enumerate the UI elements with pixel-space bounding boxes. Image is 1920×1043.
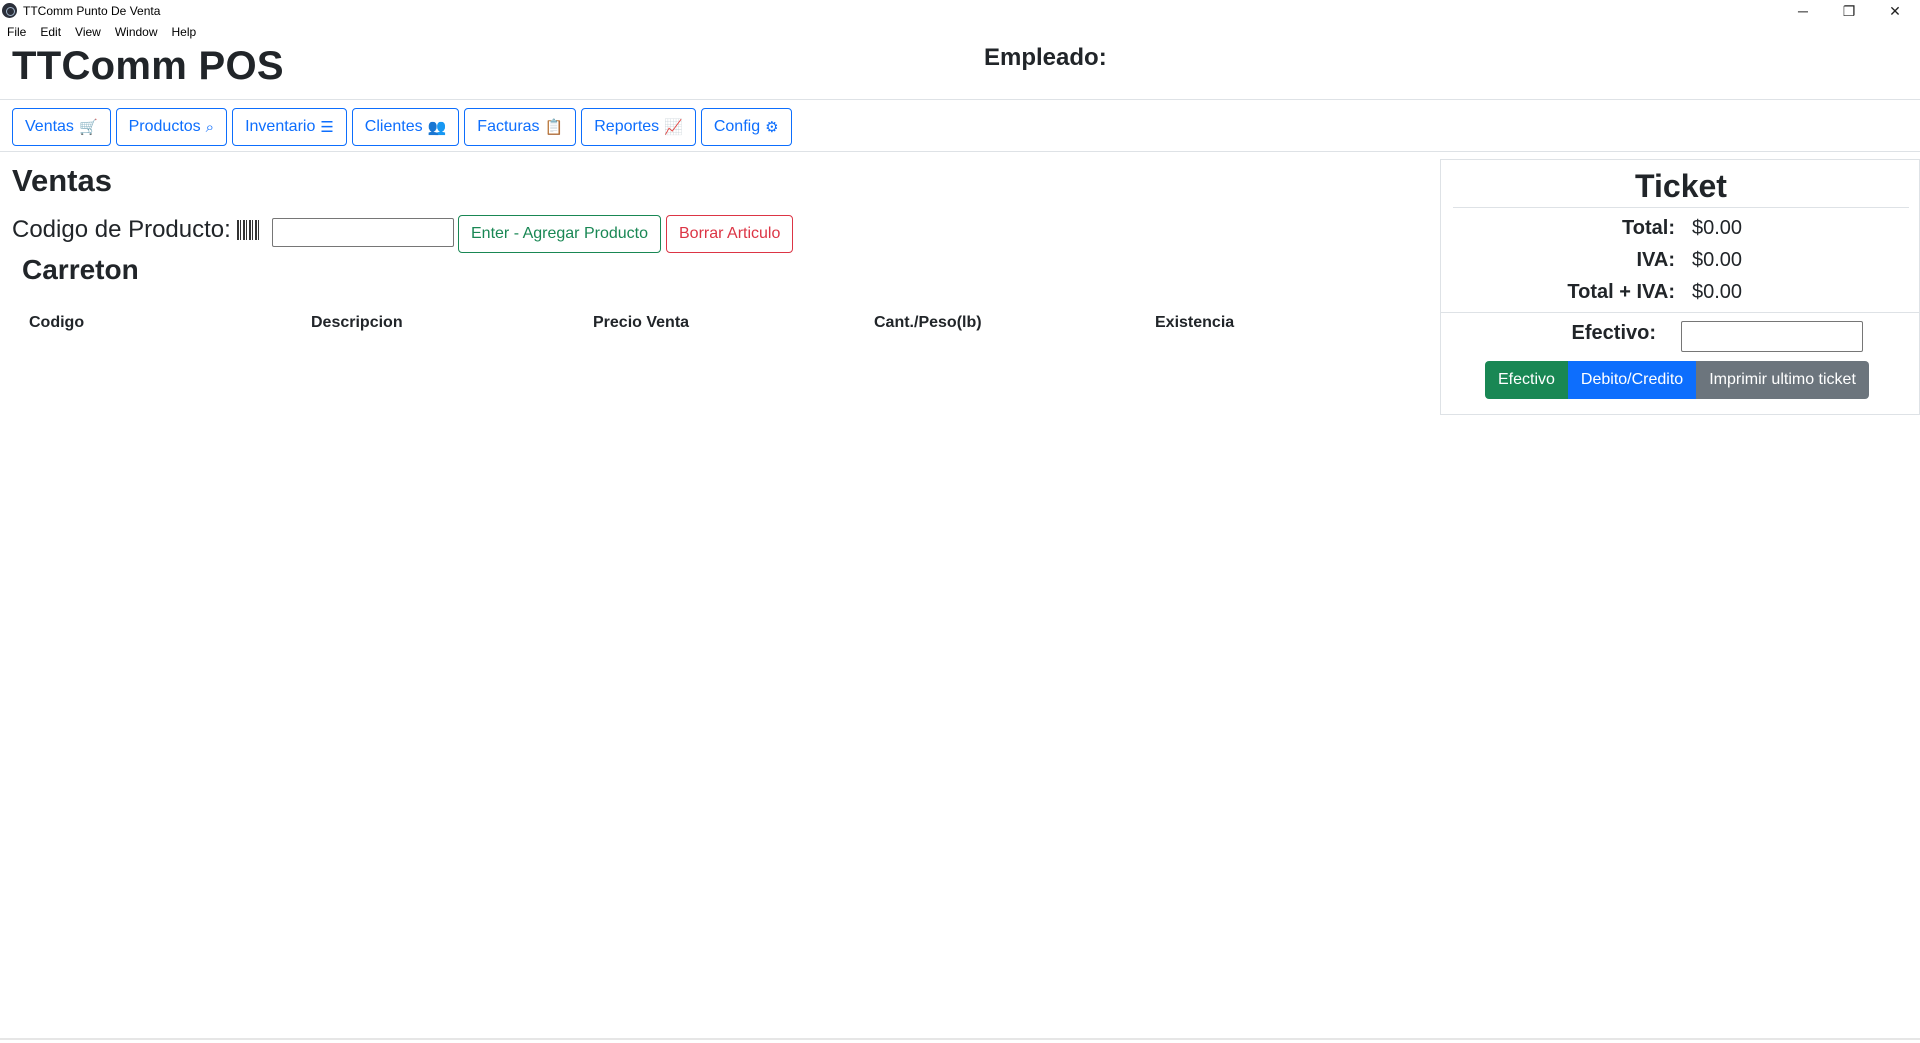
nav-config-button[interactable]: Config ⚙ — [700, 108, 792, 146]
header-divider — [0, 99, 1920, 100]
main-nav: Ventas 🛒 Productos ⌕ Inventario ☰ Client… — [12, 108, 792, 146]
nav-inventario-label: Inventario — [245, 118, 316, 135]
menu-help[interactable]: Help — [165, 22, 204, 42]
employee-label: Empleado: — [984, 44, 1107, 71]
print-last-ticket-button[interactable]: Imprimir ultimo ticket — [1696, 361, 1869, 399]
ticket-total-label: Total: — [1622, 217, 1675, 239]
menu-file[interactable]: File — [0, 22, 33, 42]
menu-bar: File Edit View Window Help — [0, 22, 203, 42]
shopping-cart-icon: 🛒 — [78, 118, 98, 136]
cash-label: Efectivo: — [1571, 322, 1656, 344]
delete-item-button[interactable]: Borrar Articulo — [666, 215, 794, 253]
nav-inventario-button[interactable]: Inventario ☰ — [232, 108, 347, 146]
menu-window[interactable]: Window — [108, 22, 165, 42]
column-header-descripcion: Descripcion — [311, 314, 403, 331]
close-button[interactable]: ✕ — [1872, 0, 1918, 22]
nav-facturas-label: Facturas — [477, 118, 540, 135]
cash-input[interactable] — [1681, 321, 1863, 352]
column-header-cantidad: Cant./Peso(lb) — [874, 314, 982, 331]
bottom-divider — [0, 1038, 1920, 1040]
nav-productos-label: Productos — [128, 118, 201, 135]
pay-cash-button[interactable]: Efectivo — [1485, 361, 1568, 399]
ticket-divider — [1453, 207, 1909, 208]
ticket-total-row: Total: $0.00 — [1441, 217, 1920, 247]
nav-reportes-label: Reportes — [594, 118, 660, 135]
nav-config-label: Config — [713, 118, 761, 135]
ticket-iva-value: $0.00 — [1692, 249, 1743, 271]
nav-ventas-label: Ventas — [25, 118, 74, 135]
users-icon: 👥 — [427, 118, 447, 136]
column-header-codigo: Codigo — [29, 314, 85, 331]
ticket-total-value: $0.00 — [1692, 217, 1743, 239]
search-icon: ⌕ — [205, 118, 215, 136]
cart-table-header: Codigo Descripcion Precio Venta Cant./Pe… — [12, 314, 1412, 338]
menu-edit[interactable]: Edit — [33, 22, 68, 42]
nav-clientes-label: Clientes — [364, 118, 423, 135]
payment-button-group: Efectivo Debito/Credito Imprimir ultimo … — [1485, 361, 1869, 399]
product-code-input[interactable] — [272, 218, 454, 247]
nav-clientes-button[interactable]: Clientes 👥 — [351, 108, 460, 146]
product-code-label-text: Codigo de Producto: — [12, 216, 231, 243]
ticket-total-iva-row: Total + IVA: $0.00 — [1441, 281, 1920, 311]
add-product-button[interactable]: Enter - Agregar Producto — [458, 215, 661, 253]
nav-facturas-button[interactable]: Facturas 📋 — [464, 108, 577, 146]
ticket-title: Ticket — [1635, 168, 1727, 204]
clipboard-icon: 📋 — [544, 118, 564, 136]
list-icon: ☰ — [320, 118, 334, 136]
gear-icon: ⚙ — [765, 118, 779, 136]
nav-productos-button[interactable]: Productos ⌕ — [115, 108, 228, 146]
column-header-precio-venta: Precio Venta — [593, 314, 690, 331]
page-title: Ventas — [12, 163, 112, 198]
column-header-existencia: Existencia — [1155, 314, 1235, 331]
maximize-button[interactable]: ❐ — [1826, 0, 1872, 22]
pay-card-button[interactable]: Debito/Credito — [1567, 361, 1697, 399]
ticket-total-iva-value: $0.00 — [1692, 281, 1743, 303]
cart-title: Carreton — [22, 254, 139, 285]
product-code-label: Codigo de Producto: — [12, 216, 259, 244]
menu-view[interactable]: View — [68, 22, 108, 42]
ticket-iva-row: IVA: $0.00 — [1441, 249, 1920, 279]
chart-line-icon: 📈 — [664, 118, 683, 136]
nav-divider — [0, 151, 1920, 152]
brand-title: TTComm POS — [12, 44, 284, 88]
window-titlebar: TTComm Punto De Venta ─ ❐ ✕ — [0, 0, 1920, 22]
nav-reportes-button[interactable]: Reportes 📈 — [581, 108, 696, 146]
window-title: TTComm Punto De Venta — [23, 4, 161, 18]
app-logo-icon — [2, 3, 17, 18]
ticket-total-iva-label: Total + IVA: — [1567, 281, 1675, 303]
ticket-iva-label: IVA: — [1636, 249, 1675, 271]
minimize-button[interactable]: ─ — [1780, 0, 1826, 22]
barcode-icon — [236, 220, 259, 240]
ticket-panel: Ticket Total: $0.00 IVA: $0.00 Total + I… — [1440, 159, 1920, 415]
ticket-divider-2 — [1441, 312, 1919, 313]
nav-ventas-button[interactable]: Ventas 🛒 — [12, 108, 111, 146]
